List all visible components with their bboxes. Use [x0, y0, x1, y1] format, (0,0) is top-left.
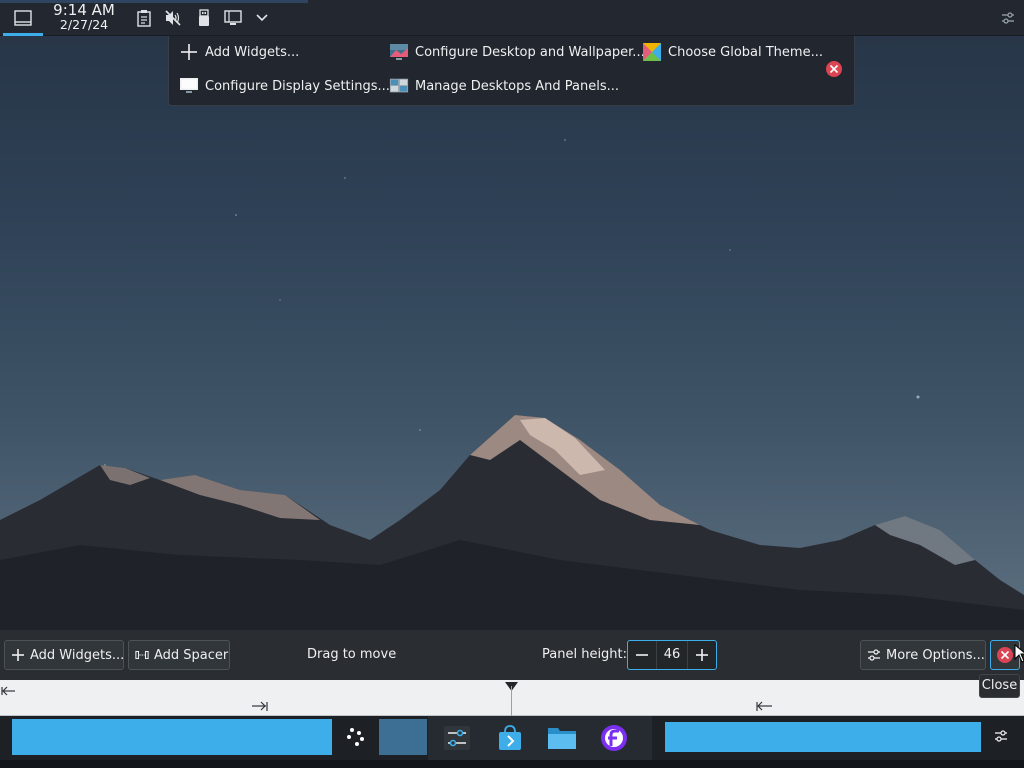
- toolbox-display-settings[interactable]: Configure Display Settings...: [179, 74, 390, 98]
- display-icon: [224, 10, 242, 25]
- add-widgets-label: Add Widgets...: [30, 647, 125, 663]
- panel-config-icon: [1002, 12, 1014, 24]
- show-desktop-icon: [14, 10, 32, 26]
- clock-date: 2/27/24: [59, 17, 109, 32]
- clipboard-tray-button[interactable]: [134, 8, 154, 28]
- top-panel: 9:14 AM 2/27/24: [0, 0, 1024, 36]
- task-fedora[interactable]: [597, 722, 631, 754]
- system-settings-icon: [444, 726, 470, 750]
- task-system-settings[interactable]: [440, 722, 474, 754]
- add-spacer-label: Add Spacer: [154, 647, 229, 663]
- ruler-graphics: [1, 682, 772, 711]
- wallpaper-icon: [389, 42, 409, 62]
- dolphin-folder-icon: [548, 728, 576, 749]
- min-length-handle[interactable]: [252, 701, 268, 711]
- chevron-down-icon: [256, 14, 268, 22]
- more-options-label: More Options...: [886, 647, 985, 663]
- app-launcher-button[interactable]: [340, 721, 372, 753]
- panel-config-icon: [995, 730, 1007, 742]
- task-dolphin[interactable]: [545, 722, 579, 754]
- panel-edit-toolbar: Add Widgets... Add Spacer Drag to move P…: [0, 630, 1024, 680]
- toolbox-configure-desktop-label: Configure Desktop and Wallpaper...: [415, 44, 645, 60]
- toolbox-configure-desktop[interactable]: Configure Desktop and Wallpaper...: [389, 40, 645, 64]
- toolbox-close-button[interactable]: [825, 60, 843, 78]
- fedora-icon: [601, 725, 627, 751]
- theme-icon: [642, 42, 662, 62]
- add-spacer-button[interactable]: Add Spacer: [128, 640, 230, 670]
- toolbox-display-settings-label: Configure Display Settings...: [205, 78, 390, 94]
- panel-bottom-edge: [0, 760, 1024, 768]
- panel-spacer-right[interactable]: [665, 722, 981, 752]
- display-tray-button[interactable]: [223, 8, 245, 28]
- minus-icon: [636, 654, 648, 656]
- top-panel-config-button[interactable]: [998, 8, 1018, 28]
- digital-clock[interactable]: 9:14 AM 2/27/24: [48, 3, 120, 32]
- clipboard-icon: [137, 10, 151, 27]
- discover-store-icon: [499, 725, 521, 750]
- close-tooltip: Close: [979, 674, 1020, 698]
- panel-height-label: Panel height:: [542, 647, 628, 662]
- add-icon: [11, 648, 25, 662]
- ruler-center-line: [511, 686, 512, 716]
- audio-muted-icon: [165, 10, 181, 26]
- virtual-desktop-pager[interactable]: [379, 719, 427, 755]
- left-edge-handle[interactable]: [1, 686, 15, 696]
- clock-time: 9:14 AM: [53, 1, 115, 19]
- panel-height-stepper[interactable]: 46: [627, 640, 717, 670]
- more-options-button[interactable]: More Options...: [860, 640, 986, 670]
- monitor-icon: [179, 76, 199, 96]
- bottom-panel: [0, 716, 1024, 768]
- toolbox-add-widgets[interactable]: Add Widgets...: [179, 40, 299, 64]
- close-icon: [826, 61, 842, 77]
- task-discover[interactable]: [493, 722, 527, 754]
- panel-height-value[interactable]: 46: [656, 641, 688, 669]
- bottom-panel-config-button[interactable]: [991, 726, 1011, 746]
- show-desktop-button[interactable]: [8, 6, 38, 30]
- desktops-panels-icon: [389, 76, 409, 96]
- tray-expand-button[interactable]: [252, 8, 272, 28]
- active-indicator: [3, 33, 43, 36]
- usb-icon: [199, 9, 209, 26]
- mouse-cursor-icon: [1014, 644, 1024, 663]
- plus-icon: [696, 649, 708, 661]
- add-icon: [179, 42, 199, 62]
- toolbox-global-theme-label: Choose Global Theme...: [668, 44, 823, 60]
- add-widgets-button[interactable]: Add Widgets...: [4, 640, 124, 670]
- toolbox-manage-desktops-label: Manage Desktops And Panels...: [415, 78, 620, 94]
- panel-ruler: [0, 680, 1024, 716]
- decrease-height-button[interactable]: [628, 641, 656, 669]
- usb-tray-button[interactable]: [194, 8, 214, 28]
- max-length-handle[interactable]: [756, 701, 772, 711]
- desktop-toolbox: Add Widgets... Configure Desktop and Wal…: [168, 36, 855, 106]
- toolbox-global-theme[interactable]: Choose Global Theme...: [642, 40, 823, 64]
- launcher-icon: [347, 728, 364, 746]
- panel-spacer-left[interactable]: [12, 719, 332, 755]
- toolbox-manage-desktops[interactable]: Manage Desktops And Panels...: [389, 74, 619, 98]
- spacer-icon: [135, 648, 149, 662]
- audio-tray-button[interactable]: [163, 8, 183, 28]
- toolbox-add-widgets-label: Add Widgets...: [205, 44, 300, 60]
- drag-to-move-handle[interactable]: Drag to move: [307, 647, 396, 662]
- panel-highlight: [0, 0, 308, 3]
- options-icon: [867, 648, 881, 662]
- close-icon: [997, 647, 1013, 663]
- increase-height-button[interactable]: [688, 641, 716, 669]
